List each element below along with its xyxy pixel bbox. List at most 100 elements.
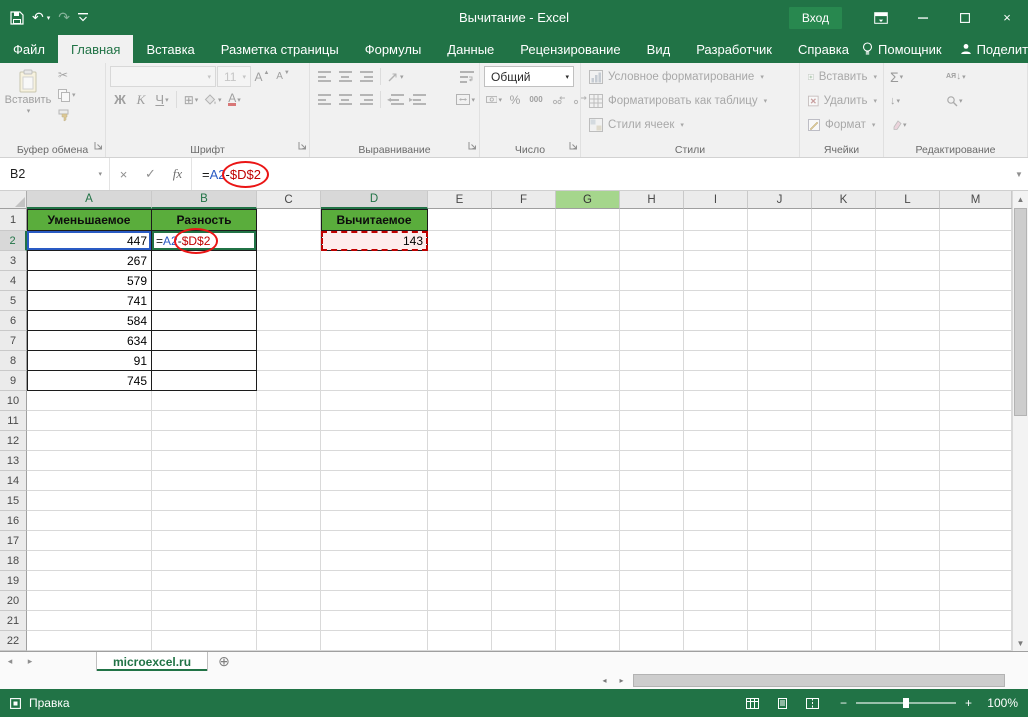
cell-I16[interactable] (684, 511, 748, 531)
enter-button[interactable]: ✓ (137, 158, 164, 190)
cell-A13[interactable] (27, 451, 152, 471)
cell-I13[interactable] (684, 451, 748, 471)
cell-G14[interactable] (556, 471, 620, 491)
cell-H19[interactable] (620, 571, 684, 591)
orientation-button[interactable]: ▾ (385, 66, 406, 87)
cell-I12[interactable] (684, 431, 748, 451)
cell-I15[interactable] (684, 491, 748, 511)
cell-styles-button[interactable]: Стили ячеек ▾ (585, 113, 797, 137)
cell-J16[interactable] (748, 511, 812, 531)
cell-M13[interactable] (940, 451, 1012, 471)
align-right-button[interactable] (356, 89, 376, 110)
cell-H3[interactable] (620, 251, 684, 271)
cell-G13[interactable] (556, 451, 620, 471)
cell-K21[interactable] (812, 611, 876, 631)
cell-E11[interactable] (428, 411, 492, 431)
cell-K10[interactable] (812, 391, 876, 411)
cell-L16[interactable] (876, 511, 940, 531)
cell-C12[interactable] (257, 431, 321, 451)
alignment-dialog-launcher[interactable] (468, 137, 477, 155)
align-center-button[interactable] (335, 89, 355, 110)
cell-B9[interactable] (152, 371, 257, 391)
cell-C19[interactable] (257, 571, 321, 591)
cell-J2[interactable] (748, 231, 812, 251)
cell-J3[interactable] (748, 251, 812, 271)
cell-A22[interactable] (27, 631, 152, 651)
cell-J9[interactable] (748, 371, 812, 391)
cell-H20[interactable] (620, 591, 684, 611)
row-header-13[interactable]: 13 (0, 451, 27, 471)
align-top-button[interactable] (314, 66, 334, 87)
cell-J13[interactable] (748, 451, 812, 471)
cell-D17[interactable] (321, 531, 428, 551)
cell-I11[interactable] (684, 411, 748, 431)
cell-E22[interactable] (428, 631, 492, 651)
cell-A19[interactable] (27, 571, 152, 591)
cell-B20[interactable] (152, 591, 257, 611)
cell-J1[interactable] (748, 209, 812, 231)
cell-C5[interactable] (257, 291, 321, 311)
cell-C10[interactable] (257, 391, 321, 411)
cell-F17[interactable] (492, 531, 556, 551)
cell-M16[interactable] (940, 511, 1012, 531)
cell-B22[interactable] (152, 631, 257, 651)
cell-D15[interactable] (321, 491, 428, 511)
cell-M11[interactable] (940, 411, 1012, 431)
cell-G17[interactable] (556, 531, 620, 551)
align-bottom-button[interactable] (356, 66, 376, 87)
cell-D3[interactable] (321, 251, 428, 271)
row-header-20[interactable]: 20 (0, 591, 27, 611)
cell-M4[interactable] (940, 271, 1012, 291)
row-header-16[interactable]: 16 (0, 511, 27, 531)
cell-J6[interactable] (748, 311, 812, 331)
cell-E15[interactable] (428, 491, 492, 511)
cell-F19[interactable] (492, 571, 556, 591)
cell-A9[interactable]: 745 (27, 371, 152, 391)
cell-K9[interactable] (812, 371, 876, 391)
cell-H11[interactable] (620, 411, 684, 431)
cell-D12[interactable] (321, 431, 428, 451)
previous-sheet-button[interactable]: ◂ (0, 652, 20, 671)
cell-E18[interactable] (428, 551, 492, 571)
cell-J11[interactable] (748, 411, 812, 431)
ribbon-tab-Главная[interactable]: Главная (58, 35, 133, 63)
cell-M17[interactable] (940, 531, 1012, 551)
cell-G12[interactable] (556, 431, 620, 451)
cell-B16[interactable] (152, 511, 257, 531)
cell-K6[interactable] (812, 311, 876, 331)
row-header-3[interactable]: 3 (0, 251, 27, 271)
cell-H5[interactable] (620, 291, 684, 311)
cell-E13[interactable] (428, 451, 492, 471)
cell-J22[interactable] (748, 631, 812, 651)
cell-K22[interactable] (812, 631, 876, 651)
cell-M19[interactable] (940, 571, 1012, 591)
cell-D6[interactable] (321, 311, 428, 331)
cell-D22[interactable] (321, 631, 428, 651)
cell-H10[interactable] (620, 391, 684, 411)
font-dialog-launcher[interactable] (298, 137, 307, 155)
cell-F18[interactable] (492, 551, 556, 571)
cell-I21[interactable] (684, 611, 748, 631)
add-sheet-button[interactable]: ⊕ (208, 652, 240, 671)
cell-G5[interactable] (556, 291, 620, 311)
underline-button[interactable]: Ч▾ (152, 89, 172, 110)
sign-in-button[interactable]: Вход (789, 7, 842, 29)
copy-button[interactable]: ▾ (55, 85, 79, 105)
cell-B7[interactable] (152, 331, 257, 351)
cell-G3[interactable] (556, 251, 620, 271)
increase-indent-button[interactable]: ▸ (407, 89, 428, 110)
clear-button[interactable]: ▾ (888, 114, 944, 135)
cell-A21[interactable] (27, 611, 152, 631)
sort-filter-button[interactable]: АЯ↓▾ (944, 66, 1010, 87)
cell-F2[interactable] (492, 231, 556, 251)
cell-F5[interactable] (492, 291, 556, 311)
ribbon-tab-Данные[interactable]: Данные (434, 35, 507, 63)
cell-J18[interactable] (748, 551, 812, 571)
cell-H17[interactable] (620, 531, 684, 551)
cell-I18[interactable] (684, 551, 748, 571)
cell-F1[interactable] (492, 209, 556, 231)
cell-D16[interactable] (321, 511, 428, 531)
cell-A15[interactable] (27, 491, 152, 511)
cut-button[interactable]: ✂ (55, 65, 79, 85)
cell-E3[interactable] (428, 251, 492, 271)
